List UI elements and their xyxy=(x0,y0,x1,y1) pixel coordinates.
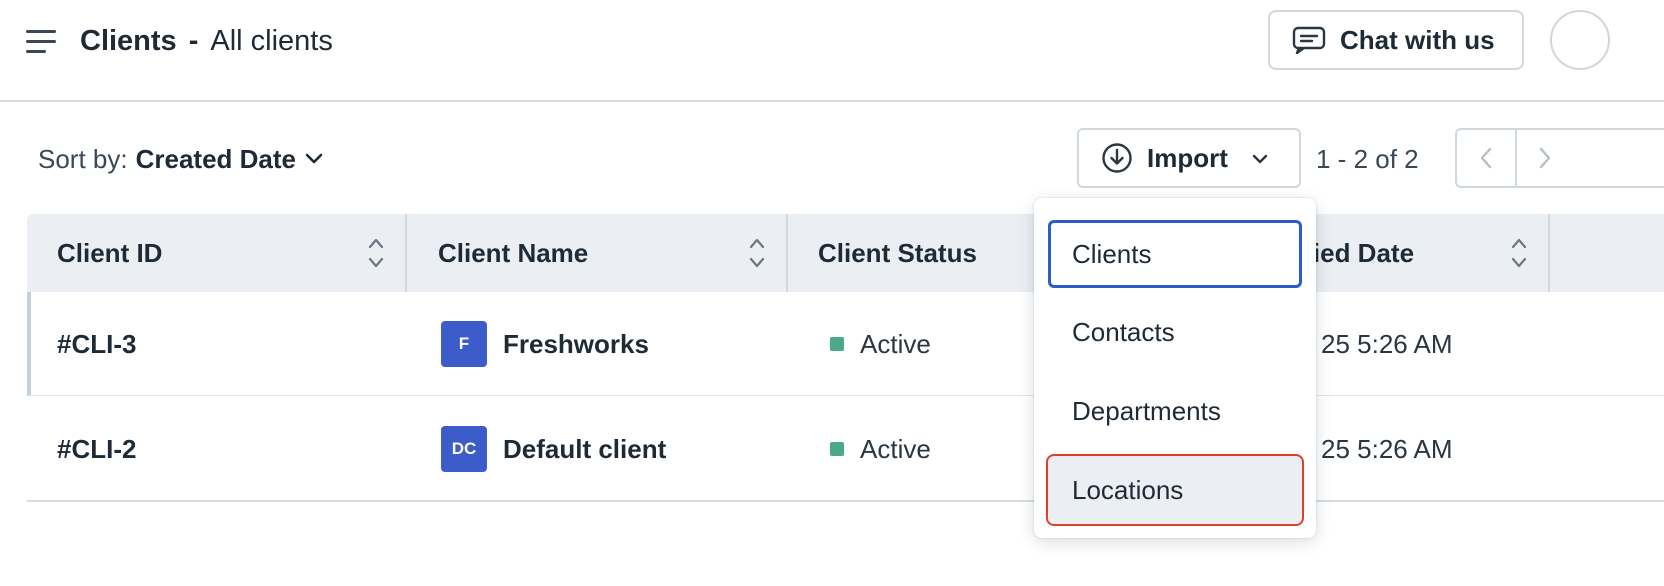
pagination-summary: 1 - 2 of 2 xyxy=(1316,144,1419,174)
menu-item-departments[interactable]: Departments xyxy=(1048,377,1302,445)
download-circle-icon xyxy=(1102,143,1132,173)
client-name-cell[interactable]: F Freshworks xyxy=(441,292,649,396)
sort-control[interactable]: Sort by: Created Date xyxy=(38,142,324,176)
profile-avatar[interactable] xyxy=(1550,10,1610,70)
table-header: Client ID Client Name Client Status ifie… xyxy=(27,214,1664,292)
column-divider[interactable] xyxy=(1548,214,1550,292)
client-name[interactable]: Freshworks xyxy=(503,329,649,360)
sort-icon[interactable] xyxy=(748,236,766,270)
client-name[interactable]: Default client xyxy=(503,434,666,465)
column-label: Client Status xyxy=(818,237,977,268)
column-header-client-name[interactable]: Client Name xyxy=(438,214,788,292)
previous-page-button[interactable] xyxy=(1457,130,1515,186)
breadcrumb: Clients - All clients xyxy=(80,22,333,60)
status-indicator xyxy=(830,337,844,351)
modified-date-cell: 25 5:26 AM xyxy=(1321,328,1453,359)
status-text: Active xyxy=(860,328,931,359)
column-header-client-status[interactable]: Client Status xyxy=(818,214,1058,292)
table-row[interactable]: #CLI-2 DC Default client Active 25 5:26 … xyxy=(27,397,1664,501)
page-title: All clients xyxy=(210,25,333,57)
menu-item-contacts[interactable]: Contacts xyxy=(1048,298,1302,366)
client-avatar-badge: DC xyxy=(441,426,487,472)
client-id-cell[interactable]: #CLI-2 xyxy=(57,397,136,501)
chevron-left-icon xyxy=(1480,147,1492,169)
pagination-controls xyxy=(1455,128,1664,188)
column-header-modified-date[interactable]: ified Date xyxy=(1297,214,1547,292)
client-status-cell: Active xyxy=(830,292,931,396)
sort-value[interactable]: Created Date xyxy=(136,142,296,176)
breadcrumb-clients[interactable]: Clients xyxy=(80,25,177,57)
modified-date-cell: 25 5:26 AM xyxy=(1321,433,1453,464)
chat-with-us-button[interactable]: Chat with us xyxy=(1268,10,1524,70)
column-divider[interactable] xyxy=(786,214,788,292)
chat-button-label: Chat with us xyxy=(1340,24,1495,55)
breadcrumb-separator: - xyxy=(188,25,199,57)
sort-label: Sort by: xyxy=(38,144,128,174)
menu-item-clients[interactable]: Clients xyxy=(1048,220,1302,288)
import-dropdown-menu: Clients Contacts Departments Locations xyxy=(1034,198,1316,538)
page-header: Clients - All clients Chat with us xyxy=(0,0,1664,102)
table-row[interactable]: #CLI-3 F Freshworks Active 25 5:26 AM xyxy=(27,292,1664,396)
hamburger-menu-icon[interactable] xyxy=(26,28,58,54)
client-avatar-badge: F xyxy=(441,321,487,367)
status-indicator xyxy=(830,442,844,456)
column-divider[interactable] xyxy=(405,214,407,292)
chat-bubble-icon xyxy=(1292,26,1326,54)
sort-icon[interactable] xyxy=(1510,236,1528,270)
import-button-label: Import xyxy=(1147,142,1228,173)
next-page-button[interactable] xyxy=(1515,130,1573,186)
menu-item-locations[interactable]: Locations xyxy=(1046,454,1304,526)
import-button[interactable]: Import xyxy=(1077,128,1301,188)
chevron-down-icon[interactable] xyxy=(304,152,324,166)
chevron-right-icon xyxy=(1539,147,1551,169)
status-text: Active xyxy=(860,433,931,464)
sort-icon[interactable] xyxy=(367,236,385,270)
client-name-cell[interactable]: DC Default client xyxy=(441,397,666,501)
column-label: Client Name xyxy=(438,237,589,268)
column-header-client-id[interactable]: Client ID xyxy=(57,214,407,292)
column-label: Client ID xyxy=(57,237,163,268)
client-id-cell[interactable]: #CLI-3 xyxy=(57,292,136,396)
chevron-down-icon xyxy=(1252,154,1268,164)
client-status-cell: Active xyxy=(830,397,931,501)
table-bottom-border xyxy=(27,500,1664,502)
